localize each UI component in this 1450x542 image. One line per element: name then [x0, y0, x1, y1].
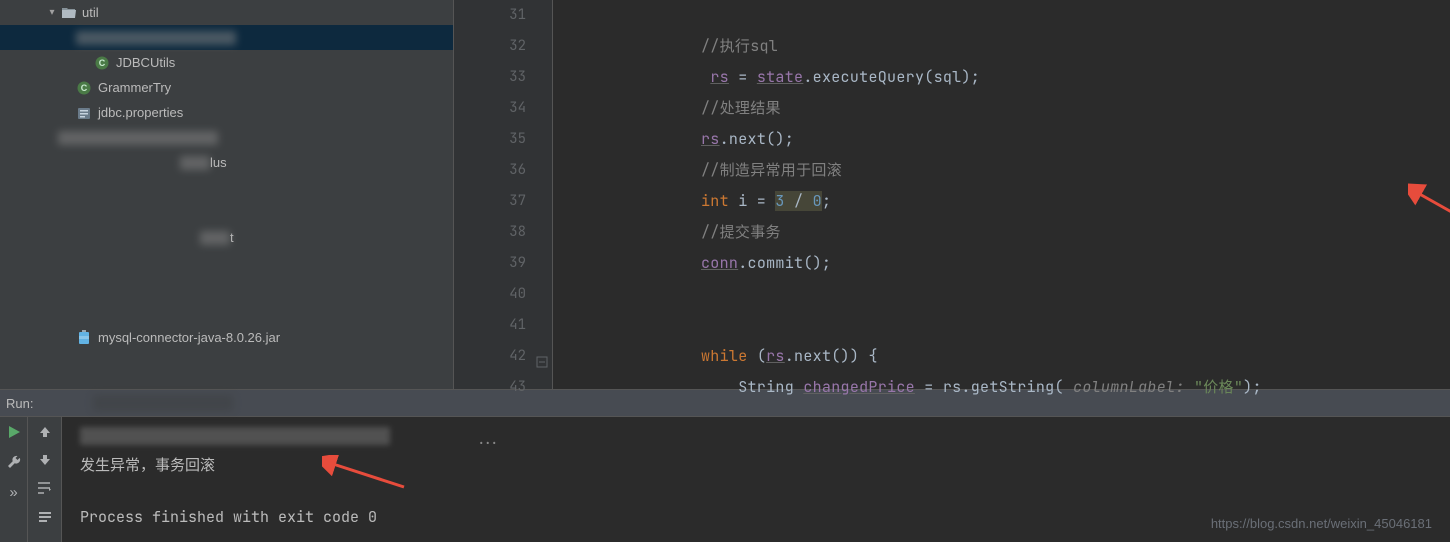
props-icon: [76, 105, 92, 121]
stack-icon[interactable]: [36, 507, 54, 525]
tree-item-label: GrammerTry: [98, 75, 171, 100]
arrow-up-icon[interactable]: [36, 423, 54, 441]
code-line[interactable]: [553, 310, 1450, 341]
line-number[interactable]: 36: [454, 155, 552, 186]
code-line[interactable]: String changedPrice = rs.getString( colu…: [553, 372, 1450, 403]
tree-item-label: JDBCUtils: [116, 50, 175, 75]
arrow-down-icon[interactable]: [36, 451, 54, 469]
console-blurred-line: [80, 427, 390, 445]
code-line[interactable]: //处理结果: [553, 93, 1450, 124]
class-icon: C: [94, 55, 110, 71]
fold-handle-icon[interactable]: [536, 349, 548, 361]
tree-item[interactable]: C JDBCUtils: [0, 50, 453, 75]
run-panel-title: Run:: [6, 396, 33, 411]
annotation-arrow-icon: [1408, 180, 1450, 240]
run-left-toolbar: »: [0, 417, 28, 542]
code-line[interactable]: //制造异常用于回滚: [553, 155, 1450, 186]
code-line[interactable]: conn.commit();: [553, 248, 1450, 279]
blurred-item: [76, 31, 236, 45]
line-number[interactable]: 42: [454, 341, 552, 372]
svg-text:C: C: [81, 83, 88, 93]
tree-item-label: util: [82, 0, 99, 25]
run-play-icon[interactable]: [5, 423, 23, 441]
wrench-icon[interactable]: [5, 453, 23, 471]
tree-item[interactable]: C GrammerTry: [0, 75, 453, 100]
code-line[interactable]: while (rs.next()) {: [553, 341, 1450, 372]
tree-item[interactable]: [0, 300, 453, 325]
tree-item[interactable]: [0, 125, 453, 150]
blurred-item: [200, 231, 230, 245]
code-line[interactable]: //执行sql: [553, 31, 1450, 62]
line-number[interactable]: 31: [454, 0, 552, 31]
tree-item[interactable]: [0, 200, 453, 225]
console-ellipsis: ...: [476, 426, 499, 454]
tree-item[interactable]: mysql-connector-java-8.0.26.jar: [0, 325, 453, 350]
jar-icon: [76, 330, 92, 346]
line-number[interactable]: 37: [454, 186, 552, 217]
editor-gutter[interactable]: 31323334353637383940414243: [453, 0, 553, 389]
console-output[interactable]: ... 发生异常，事务回滚 Process finished with exit…: [62, 417, 1450, 542]
tree-item[interactable]: jdbc.properties: [0, 100, 453, 125]
code-line[interactable]: int i = 3 / 0;: [553, 186, 1450, 217]
line-number[interactable]: 35: [454, 124, 552, 155]
run-config-name-blurred: [93, 395, 233, 411]
svg-text:C: C: [99, 58, 106, 68]
more-icon[interactable]: »: [5, 483, 23, 501]
line-number[interactable]: 34: [454, 93, 552, 124]
line-number[interactable]: 40: [454, 279, 552, 310]
code-editor[interactable]: //执行sql rs = state.executeQuery(sql);//处…: [553, 0, 1450, 389]
project-tree[interactable]: ▾ util C JDBCUtils C GrammerTryjdbc.propertie…: [0, 0, 453, 389]
run-panel: » ... 发生异常，事务回滚 Process finished with ex…: [0, 417, 1450, 542]
line-number[interactable]: 41: [454, 310, 552, 341]
watermark-text: https://blog.csdn.net/weixin_45046181: [1211, 510, 1432, 538]
line-number[interactable]: 39: [454, 248, 552, 279]
code-line[interactable]: [553, 0, 1450, 31]
tree-item[interactable]: lus: [0, 150, 453, 175]
class-icon: C: [76, 80, 92, 96]
code-line[interactable]: rs.next();: [553, 124, 1450, 155]
annotation-arrow-icon: [322, 455, 412, 495]
run-inner-toolbar: [28, 417, 62, 542]
tree-item[interactable]: t: [0, 225, 453, 250]
blurred-item: [180, 156, 210, 170]
tree-item[interactable]: [0, 250, 453, 275]
line-number[interactable]: 33: [454, 62, 552, 93]
console-line: 发生异常，事务回滚: [80, 451, 1450, 479]
tree-item[interactable]: ▾ util: [0, 0, 453, 25]
line-number[interactable]: 38: [454, 217, 552, 248]
code-line[interactable]: //提交事务: [553, 217, 1450, 248]
code-line[interactable]: rs = state.executeQuery(sql);: [553, 62, 1450, 93]
tree-item-label: jdbc.properties: [98, 100, 183, 125]
blurred-item: [58, 131, 218, 145]
chevron-down-icon[interactable]: ▾: [44, 0, 60, 25]
tree-item[interactable]: [0, 25, 453, 50]
folder-open-icon: [60, 5, 76, 21]
tree-item[interactable]: [0, 175, 453, 200]
line-number[interactable]: 32: [454, 31, 552, 62]
tree-item-label: mysql-connector-java-8.0.26.jar: [98, 325, 280, 350]
line-number[interactable]: 43: [454, 372, 552, 403]
soft-wrap-icon[interactable]: [36, 479, 54, 497]
tree-item[interactable]: [0, 275, 453, 300]
code-line[interactable]: [553, 279, 1450, 310]
